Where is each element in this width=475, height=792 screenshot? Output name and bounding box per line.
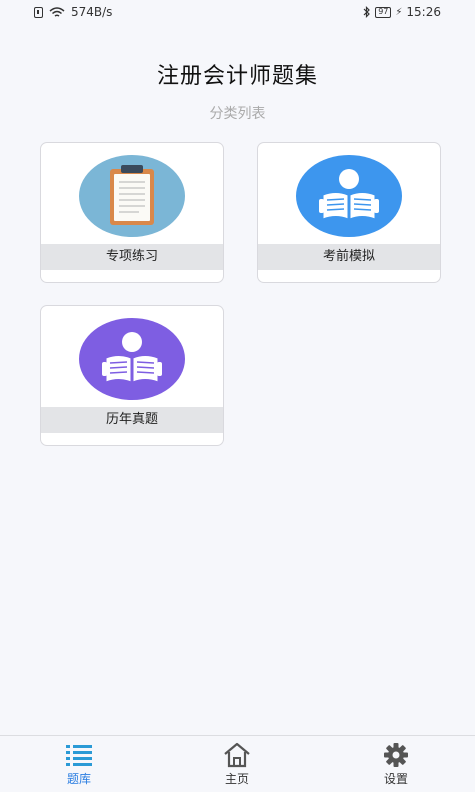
home-icon <box>224 742 250 768</box>
nav-settings[interactable]: 设置 <box>361 742 431 787</box>
battery-level: 97 <box>378 7 389 16</box>
status-right: 97 ⚡ 15:26 <box>363 5 441 19</box>
bottom-nav: 题库 主页 设置 <box>0 735 475 792</box>
reader-icon <box>79 318 185 400</box>
card-mock-exam[interactable]: 考前模拟 <box>257 142 441 283</box>
status-bar: 574B/s 97 ⚡ 15:26 <box>0 0 475 26</box>
card-label: 考前模拟 <box>258 244 440 270</box>
network-speed: 574B/s <box>71 5 113 19</box>
battery-icon: 97 <box>375 6 392 18</box>
nav-question-bank[interactable]: 题库 <box>44 742 114 787</box>
bluetooth-icon <box>363 6 371 18</box>
gear-icon <box>384 743 408 767</box>
card-past-papers[interactable]: 历年真题 <box>40 305 224 446</box>
list-icon <box>66 745 92 766</box>
reader-icon <box>296 155 402 237</box>
sim-card-icon <box>34 6 43 18</box>
category-list-subtitle: 分类列表 <box>209 106 266 122</box>
wifi-icon <box>49 6 65 17</box>
nav-home[interactable]: 主页 <box>202 742 272 787</box>
status-left: 574B/s <box>34 5 112 19</box>
nav-label: 主页 <box>224 772 249 786</box>
page-title: 注册会计师题集 <box>156 64 318 89</box>
nav-label: 设置 <box>383 772 408 786</box>
card-label: 专项练习 <box>41 244 223 270</box>
card-special-practice[interactable]: 专项练习 <box>40 142 224 283</box>
clipboard-icon <box>79 155 185 237</box>
charging-icon: ⚡ <box>395 6 403 18</box>
nav-label: 题库 <box>66 772 91 786</box>
card-label: 历年真题 <box>41 407 223 433</box>
clock: 15:26 <box>406 5 441 19</box>
